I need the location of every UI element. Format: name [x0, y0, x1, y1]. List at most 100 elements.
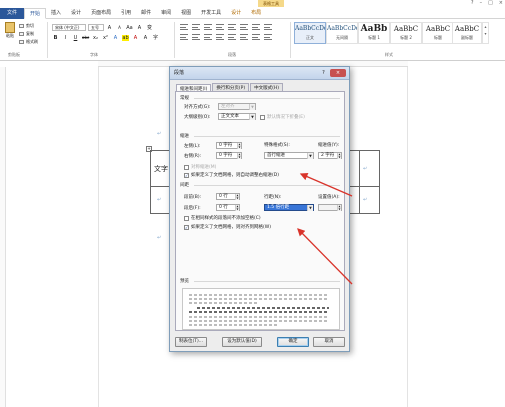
font-size-combo[interactable]: 五号	[88, 24, 104, 31]
indent-right-input[interactable]: 0 字符 ▲ ▼	[216, 152, 242, 159]
snap-to-grid-checkbox[interactable]: ✓ 如果定义了文档网格，则对齐到网格(W)	[184, 224, 271, 230]
change-case-button[interactable]: Aa	[126, 25, 133, 31]
underline-button[interactable]: U	[72, 35, 79, 41]
mirror-indents-label: 对称缩进(M)	[191, 165, 217, 170]
tab-file[interactable]: 文件	[0, 7, 25, 19]
bullets-icon[interactable]	[180, 24, 188, 30]
phonetic-guide-button[interactable]: 变	[146, 24, 153, 31]
tab-mailings[interactable]: 邮件	[136, 8, 156, 19]
tab-home[interactable]: 开始	[24, 7, 47, 19]
alignment-label: 对齐方式(G):	[184, 105, 211, 110]
highlight-button[interactable]: ab	[122, 34, 129, 41]
ok-button[interactable]: 确定	[277, 337, 309, 347]
style-name: 标题 1	[368, 35, 380, 40]
set-default-button[interactable]: 设为默认值(D)	[222, 337, 262, 347]
table-cell[interactable]: ↵	[359, 149, 380, 188]
font-color-button[interactable]: A	[132, 35, 139, 41]
spinner-arrows-icon[interactable]: ▲ ▼	[337, 153, 341, 159]
tab-references[interactable]: 引用	[116, 8, 136, 19]
align-right-icon[interactable]	[204, 34, 212, 40]
outline-level-select[interactable]: 正文文本 ▼	[218, 113, 256, 120]
copy-button[interactable]: 复制	[19, 31, 34, 37]
paragraph-mark: ↵	[157, 235, 162, 241]
style-heading-1[interactable]: AaBb 标题 1	[358, 22, 390, 44]
tab-view[interactable]: 视图	[176, 8, 196, 19]
close-button[interactable]: ×	[330, 69, 346, 77]
shrink-font-button[interactable]: A	[116, 25, 123, 30]
chinese-layout-icon[interactable]	[240, 24, 248, 30]
bold-button[interactable]: B	[52, 35, 59, 41]
preview-line	[189, 298, 329, 300]
grow-font-button[interactable]: A	[106, 25, 113, 31]
tab-design[interactable]: 设计	[66, 8, 86, 19]
space-after-input[interactable]: 0 行 ▲ ▼	[216, 204, 240, 211]
distributed-icon[interactable]	[228, 34, 236, 40]
indent-left-input[interactable]: 0 字符 ▲ ▼	[216, 142, 242, 149]
show-marks-icon[interactable]	[264, 24, 272, 30]
section-general: 常规	[180, 96, 189, 101]
format-painter-button[interactable]: 格式刷	[19, 39, 38, 45]
sort-icon[interactable]	[252, 24, 260, 30]
spinner-arrows-icon[interactable]: ▲ ▼	[235, 205, 239, 211]
paste-button[interactable]: 粘贴	[3, 22, 17, 42]
clear-format-button[interactable]: A	[136, 25, 143, 31]
help-icon[interactable]: ?	[320, 70, 327, 77]
group-divider	[290, 22, 291, 58]
style-heading-2[interactable]: AaBbC 标题 2	[390, 22, 422, 44]
no-space-same-style-checkbox[interactable]: 在相同样式的段落间不添加空格(C)	[184, 215, 261, 221]
cut-button[interactable]: 剪切	[19, 23, 34, 29]
tab-insert[interactable]: 插入	[46, 8, 66, 19]
strikethrough-button[interactable]: abc	[82, 35, 89, 40]
superscript-button[interactable]: x²	[102, 35, 109, 41]
auto-adjust-indent-checkbox[interactable]: ✓ 如果定义了文档网格，则自动调整右缩进(D)	[184, 172, 279, 178]
tab-page-layout[interactable]: 页面布局	[86, 8, 116, 19]
style-subtitle[interactable]: AaBbC 副标题	[452, 22, 482, 44]
spinner-arrows-icon[interactable]: ▲ ▼	[237, 153, 241, 159]
tab-table-layout[interactable]: 布局	[246, 8, 266, 19]
borders-icon[interactable]	[264, 34, 272, 40]
spacing-at-input[interactable]: ▲ ▼	[318, 204, 342, 211]
collapsed-by-default-checkbox[interactable]: 默认情况下折叠(E)	[260, 114, 305, 120]
enclose-characters-button[interactable]: 字	[152, 34, 159, 41]
help-icon[interactable]: ?	[471, 0, 474, 7]
numbering-icon[interactable]	[192, 24, 200, 30]
font-name-combo[interactable]: 宋体 (中文正)	[52, 24, 86, 31]
spinner-arrows-icon[interactable]: ▲ ▼	[235, 194, 239, 200]
align-left-icon[interactable]	[180, 34, 188, 40]
tabs-button[interactable]: 制表位(T)...	[175, 337, 207, 347]
spinner-arrows-icon[interactable]: ▲ ▼	[337, 205, 341, 211]
italic-button[interactable]: I	[62, 35, 69, 41]
spinner-arrows-icon[interactable]: ▲ ▼	[237, 143, 241, 149]
style-normal[interactable]: AaBbCcDd 正文	[294, 22, 326, 44]
align-center-icon[interactable]	[192, 34, 200, 40]
vertical-ruler[interactable]	[0, 67, 6, 407]
style-title[interactable]: AaBbC 标题	[422, 22, 454, 44]
maximize-icon[interactable]: □	[488, 0, 493, 7]
shading-icon[interactable]	[252, 34, 260, 40]
space-before-input[interactable]: 0 行 ▲ ▼	[216, 193, 240, 200]
justify-icon[interactable]	[216, 34, 224, 40]
increase-indent-icon[interactable]	[228, 24, 236, 30]
close-icon[interactable]: ×	[499, 0, 503, 7]
mirror-indents-checkbox[interactable]: 对称缩进(M)	[184, 164, 216, 170]
styles-more-button[interactable]: ▴ ▾	[482, 22, 489, 44]
table-cell[interactable]: ↵	[359, 186, 380, 214]
tab-developer[interactable]: 开发工具	[196, 8, 226, 19]
style-no-spacing[interactable]: AaBbCcDd 无间隔	[326, 22, 358, 44]
text-effects-button[interactable]: A	[112, 35, 119, 41]
alignment-select[interactable]: 左对齐 ▼	[218, 103, 256, 110]
cancel-button[interactable]: 取消	[313, 337, 345, 347]
minimize-icon[interactable]: –	[480, 0, 483, 7]
line-spacing-icon[interactable]	[240, 34, 248, 40]
divider	[194, 136, 340, 137]
decrease-indent-icon[interactable]	[216, 24, 224, 30]
line-spacing-select[interactable]: 1.5 倍行距 ▼	[264, 204, 314, 211]
character-shading-button[interactable]: A	[142, 35, 149, 41]
special-format-select[interactable]: 首行缩进 ▼	[264, 152, 314, 159]
indent-by-input[interactable]: 2 字符 ▲ ▼	[318, 152, 342, 159]
multilevel-list-icon[interactable]	[204, 24, 212, 30]
section-spacing: 间距	[180, 183, 189, 188]
tab-review[interactable]: 审阅	[156, 8, 176, 19]
tab-table-design[interactable]: 设计	[226, 8, 246, 19]
subscript-button[interactable]: x₂	[92, 35, 99, 41]
